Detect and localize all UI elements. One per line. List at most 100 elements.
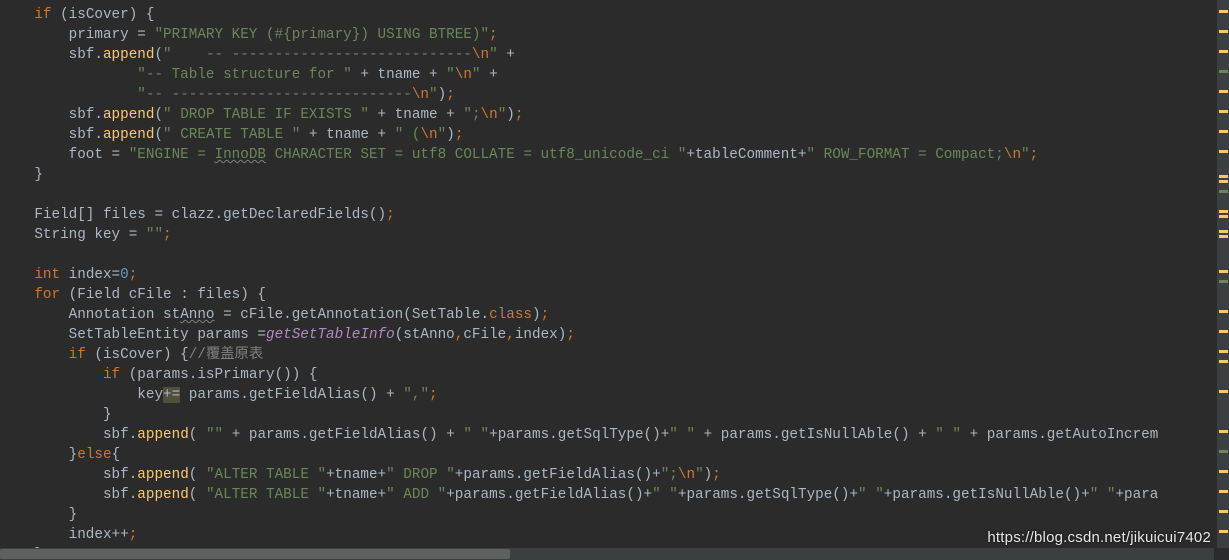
gutter-mark[interactable] — [1219, 390, 1228, 393]
text: index++ — [69, 527, 129, 543]
gutter-mark[interactable] — [1219, 330, 1228, 333]
method: append — [103, 127, 154, 143]
gutter-mark[interactable] — [1219, 360, 1228, 363]
text: sbf. — [69, 47, 103, 63]
string: " " — [669, 427, 695, 443]
semicolon: ; — [541, 307, 550, 323]
gutter-mark[interactable] — [1219, 70, 1228, 73]
text: ) — [704, 467, 713, 483]
gutter-mark[interactable] — [1219, 310, 1228, 313]
string: CHARACTER SET = utf8 COLLATE = utf8_unic… — [266, 147, 686, 163]
text: (params.isPrimary()) { — [120, 367, 317, 383]
string: "ENGINE = — [129, 147, 215, 163]
text: key — [137, 387, 163, 403]
text: index= — [60, 267, 120, 283]
text: (isCover) { — [86, 347, 189, 363]
semicolon: ; — [1030, 147, 1039, 163]
watermark-text: https://blog.csdn.net/jikuicui7402 — [987, 529, 1211, 546]
gutter-mark[interactable] — [1219, 470, 1228, 473]
gutter-mark[interactable] — [1219, 130, 1228, 133]
string: " ADD " — [386, 487, 446, 503]
text: ) — [532, 307, 541, 323]
string: "ALTER TABLE " — [206, 487, 326, 503]
text: sbf. — [103, 467, 137, 483]
gutter-mark[interactable] — [1219, 280, 1228, 283]
escape: \n — [455, 67, 472, 83]
gutter-mark[interactable] — [1219, 30, 1228, 33]
string: "ALTER TABLE " — [206, 467, 326, 483]
keyword: if — [69, 347, 86, 363]
text: +params.getFieldAlias()+ — [455, 467, 661, 483]
gutter-mark[interactable] — [1219, 180, 1228, 183]
keyword: for — [34, 287, 60, 303]
comment: //覆盖原表 — [189, 347, 263, 363]
text: } — [0, 507, 77, 523]
gutter-mark[interactable] — [1219, 350, 1228, 353]
string: InnoDB — [215, 147, 266, 163]
string: " " — [652, 487, 678, 503]
text: { — [112, 447, 121, 463]
gutter-mark[interactable] — [1219, 235, 1228, 238]
text: primary = — [69, 27, 155, 43]
gutter-mark[interactable] — [1219, 430, 1228, 433]
gutter-mark[interactable] — [1219, 230, 1228, 233]
string: " — [489, 47, 498, 63]
text: +params.getSqlType()+ — [678, 487, 858, 503]
gutter-mark[interactable] — [1219, 210, 1228, 213]
text: sbf. — [103, 487, 137, 503]
text: cFile — [463, 327, 506, 343]
gutter-mark[interactable] — [1219, 175, 1228, 178]
gutter-mark[interactable] — [1219, 190, 1228, 193]
comma: , — [506, 327, 515, 343]
scrollbar-thumb[interactable] — [0, 549, 510, 559]
gutter-mark[interactable] — [1219, 490, 1228, 493]
text: } — [69, 447, 78, 463]
string: " -- ---------------------------- — [163, 47, 472, 63]
text: ) — [506, 107, 515, 123]
text: (Field cFile : files) { — [60, 287, 266, 303]
string: " " — [935, 427, 961, 443]
string: "" — [146, 227, 163, 243]
semicolon: ; — [129, 267, 138, 283]
string: " — [446, 67, 455, 83]
string: " — [661, 467, 670, 483]
text: ( — [189, 427, 206, 443]
semicolon: ; — [129, 527, 138, 543]
class-ref: SetTable — [412, 307, 481, 323]
gutter-mark[interactable] — [1219, 10, 1228, 13]
text: +params.getFieldAlias()+ — [446, 487, 652, 503]
string: " — [498, 107, 507, 123]
text: sbf. — [103, 427, 137, 443]
gutter-mark[interactable] — [1219, 530, 1228, 533]
semicolon: ; — [455, 127, 464, 143]
escape: \n — [481, 107, 498, 123]
method: append — [137, 487, 188, 503]
gutter-mark[interactable] — [1219, 450, 1228, 453]
semicolon: ; — [489, 27, 498, 43]
string: "PRIMARY KEY (#{primary}) USING BTREE)" — [154, 27, 489, 43]
method: append — [137, 427, 188, 443]
escape: \n — [1004, 147, 1021, 163]
method: append — [103, 47, 154, 63]
gutter-mark[interactable] — [1219, 90, 1228, 93]
gutter-mark[interactable] — [1219, 110, 1228, 113]
string: " — [1021, 147, 1030, 163]
string: " " — [858, 487, 884, 503]
text: params.getFieldAlias() + — [180, 387, 403, 403]
gutter-mark[interactable] — [1219, 215, 1228, 218]
horizontal-scrollbar[interactable] — [0, 548, 1214, 560]
semicolon: ; — [386, 207, 395, 223]
code-editor[interactable]: if (isCover) { primary = "PRIMARY KEY (#… — [0, 0, 1214, 548]
semicolon: ; — [712, 467, 721, 483]
keyword: class — [489, 307, 532, 323]
error-stripe[interactable] — [1217, 0, 1229, 548]
gutter-mark[interactable] — [1219, 270, 1228, 273]
text: + tname + — [352, 67, 446, 83]
number: 0 — [120, 267, 129, 283]
gutter-mark[interactable] — [1219, 510, 1228, 513]
text: index) — [515, 327, 566, 343]
gutter-mark[interactable] — [1219, 150, 1228, 153]
string: " ROW_FORMAT = Compact; — [807, 147, 1004, 163]
text: SetTableEntity params = — [69, 327, 266, 343]
gutter-mark[interactable] — [1219, 50, 1228, 53]
